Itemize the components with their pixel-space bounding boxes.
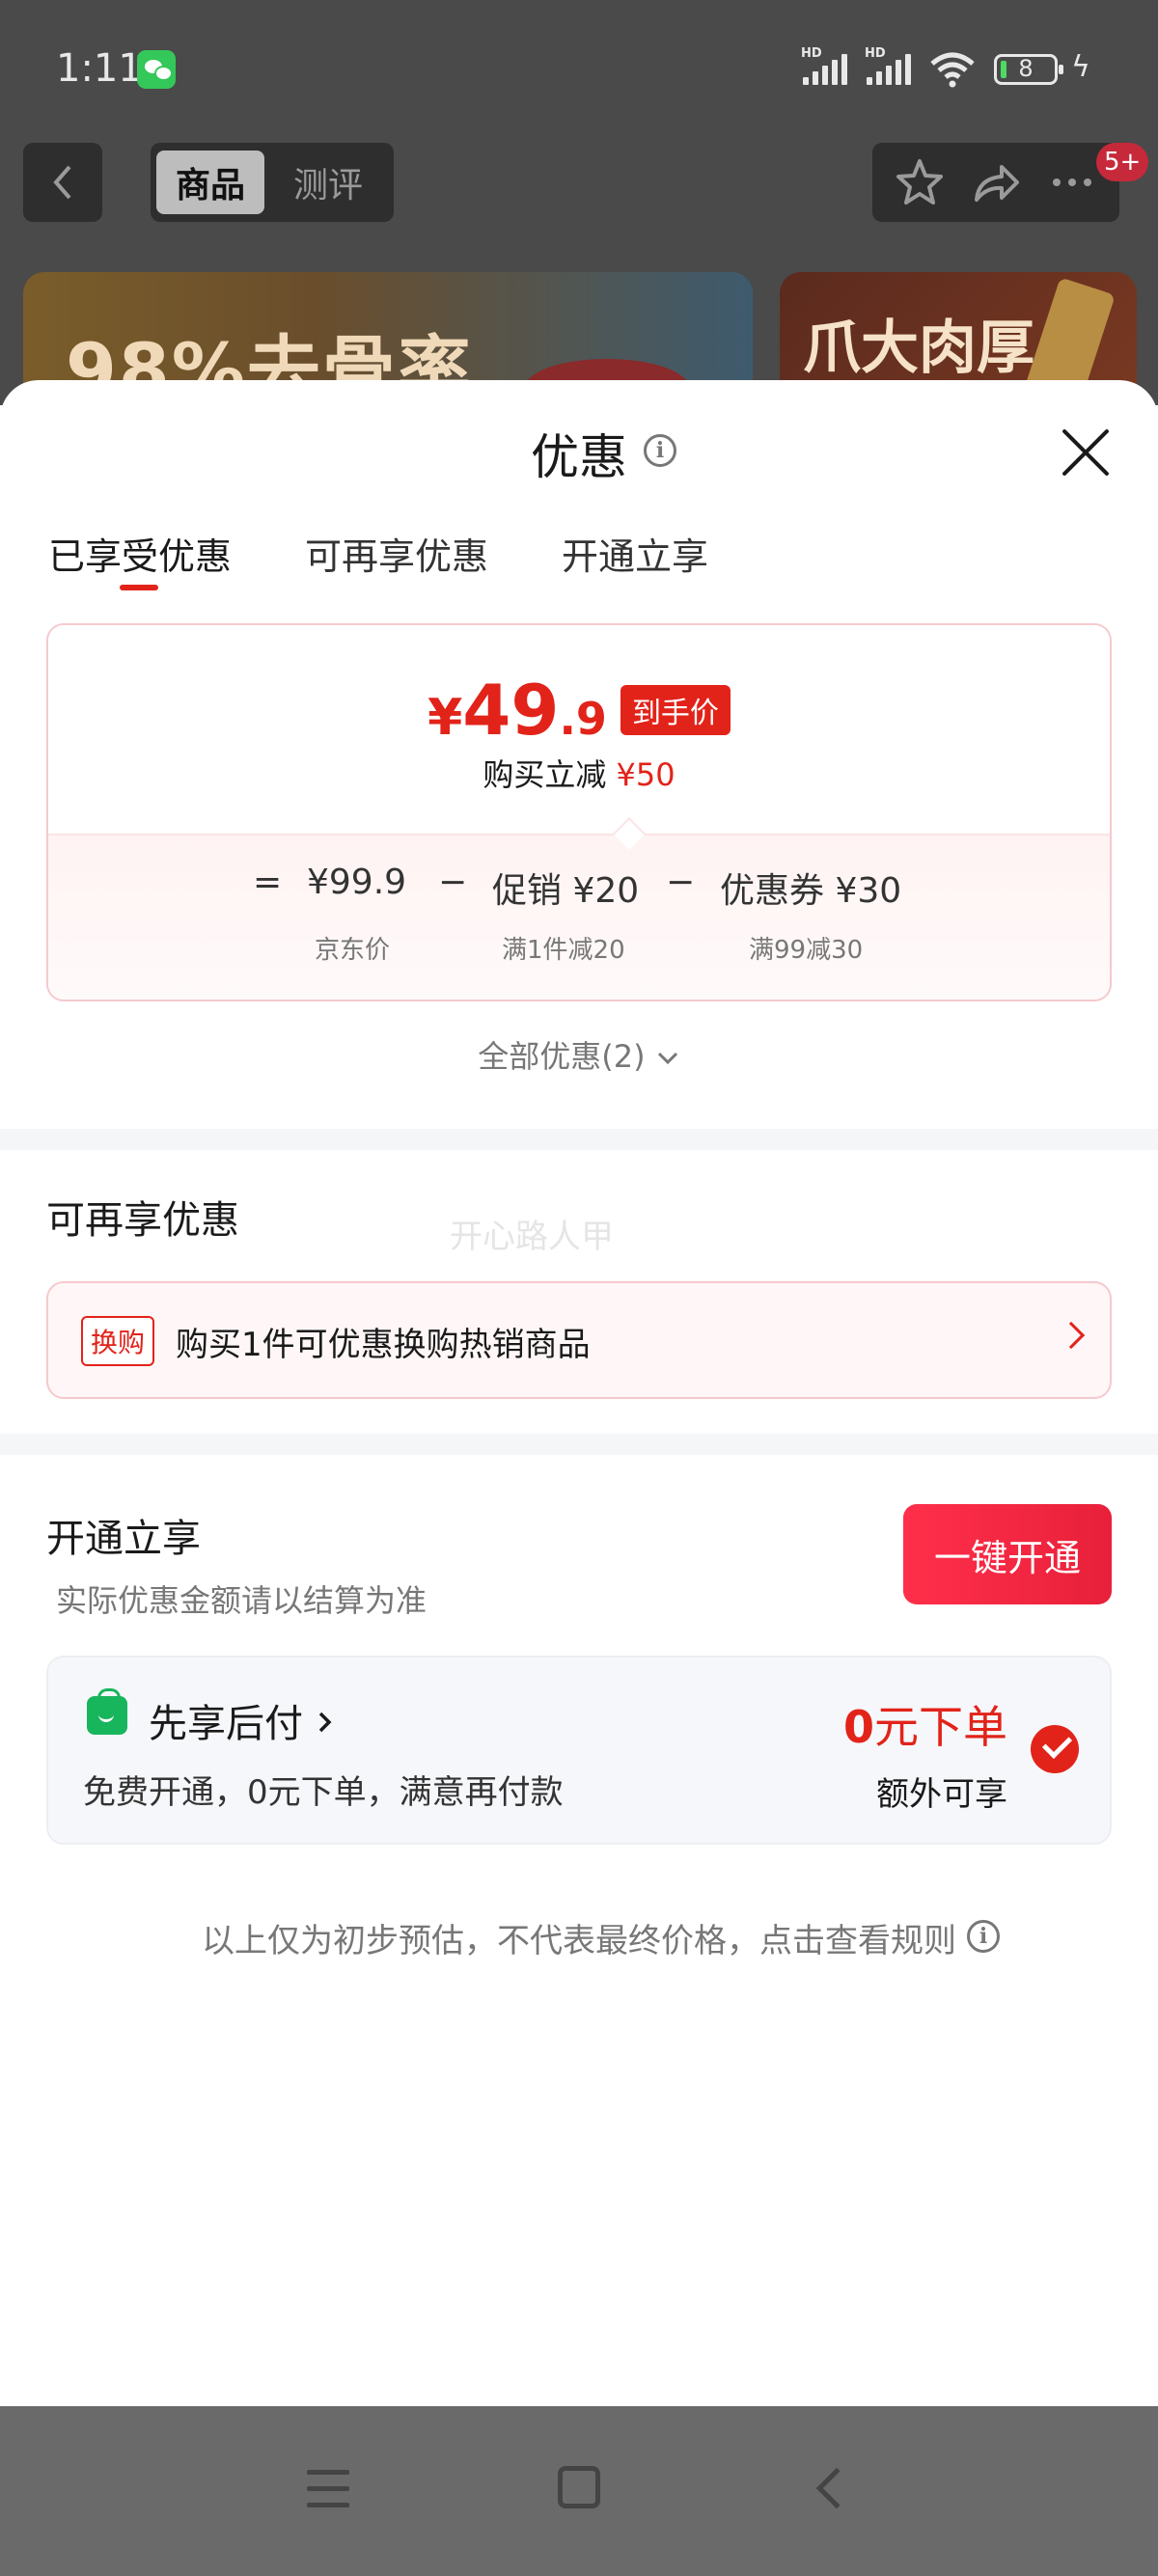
tab-product[interactable]: 商品: [156, 151, 264, 214]
signal-icon-2: HD: [865, 46, 911, 85]
more-icon[interactable]: [1045, 155, 1099, 209]
background-app: 1:11 HD HD 8 ϟ 商品 测评 5+ 98%去骨率 爪大肉厚: [0, 0, 1158, 405]
all-offers-toggle[interactable]: 全部优惠(2): [0, 1032, 1158, 1077]
tab-activate-offers[interactable]: 开通立享: [562, 527, 708, 580]
base-price: ¥99.9: [307, 863, 407, 902]
active-tab-indicator: [120, 585, 158, 590]
instant-subtitle: 实际优惠金额请以结算为准: [56, 1582, 427, 1619]
tab-enjoyed-offers[interactable]: 已享受优惠: [48, 527, 232, 580]
pay-later-description: 免费开通，0元下单，满意再付款: [83, 1773, 564, 1812]
chevron-right-icon: [1057, 1321, 1086, 1350]
home-icon[interactable]: [558, 2466, 600, 2508]
sheet-title: 优惠: [531, 429, 627, 485]
chevron-right-small-icon: [318, 1712, 332, 1733]
charging-icon: ϟ: [1071, 50, 1090, 84]
chevron-down-icon: [657, 1052, 677, 1065]
battery-icon: 8: [994, 54, 1063, 85]
close-button[interactable]: [1060, 426, 1112, 479]
offers-sheet: 优惠 i 已享受优惠 可再享优惠 开通立享 ¥ 49 .9 到手价 购买立减 ¥…: [0, 380, 1158, 2406]
star-icon[interactable]: [893, 155, 947, 209]
wifi-icon: [930, 52, 975, 88]
rules-info-icon[interactable]: i: [967, 1920, 1000, 1953]
promo-label: 满1件减20: [502, 936, 625, 965]
wechat-icon: [137, 50, 176, 89]
zero-order-label: 0元下单: [842, 1701, 1007, 1753]
tab-more-offers[interactable]: 可再享优惠: [305, 527, 488, 580]
tab-review[interactable]: 测评: [274, 151, 382, 214]
back-icon[interactable]: [815, 2467, 858, 2509]
promo-discount: 促销 ¥20: [492, 871, 640, 911]
back-button[interactable]: [23, 143, 102, 222]
base-price-label: 京东价: [315, 936, 391, 965]
instant-title: 开通立享: [46, 1517, 201, 1561]
notification-badge: 5+: [1096, 143, 1149, 181]
pay-later-title[interactable]: 先享后付: [149, 1692, 335, 1748]
pay-later-card[interactable]: 先享后付 免费开通，0元下单，满意再付款 0元下单 额外可享: [46, 1656, 1112, 1845]
exchange-text: 购买1件可优惠换购热销商品: [176, 1326, 591, 1364]
exchange-offer-row[interactable]: 换购 购买1件可优惠换购热销商品: [46, 1281, 1112, 1399]
shopping-bag-icon: [87, 1688, 127, 1735]
info-icon[interactable]: i: [644, 434, 676, 467]
watermark: 开心路人甲: [450, 1218, 614, 1256]
exchange-tag: 换购: [81, 1316, 155, 1366]
final-price-card: ¥ 49 .9 到手价 购买立减 ¥50 = ¥99.9 − 促销 ¥20 − …: [46, 623, 1112, 1001]
save-amount: 购买立减 ¥50: [482, 756, 676, 793]
more-offers-title: 可再享优惠: [46, 1198, 239, 1243]
final-price: ¥ 49 .9 到手价: [48, 670, 1110, 751]
menu-icon[interactable]: [307, 2470, 349, 2508]
header-actions: [872, 143, 1119, 222]
share-icon[interactable]: [969, 155, 1023, 209]
section-divider: [0, 1129, 1158, 1150]
one-click-activate-button[interactable]: 一键开通: [903, 1504, 1112, 1604]
section-divider-2: [0, 1434, 1158, 1455]
system-nav-bar: [0, 2406, 1158, 2576]
coupon-label: 满99减30: [749, 936, 864, 965]
chevron-left-icon: [53, 165, 71, 200]
checkmark-icon[interactable]: [1031, 1725, 1079, 1773]
product-review-toggle: 商品 测评: [151, 143, 394, 222]
status-time: 1:11: [56, 46, 143, 91]
coupon-discount: 优惠券 ¥30: [720, 871, 902, 911]
final-price-tag: 到手价: [620, 685, 731, 735]
signal-icon: HD: [801, 46, 847, 85]
extra-benefit-label: 额外可享: [876, 1775, 1007, 1814]
status-bar: 1:11 HD HD 8 ϟ: [0, 0, 1158, 135]
banner-right-text: 爪大肉厚: [803, 315, 1034, 382]
